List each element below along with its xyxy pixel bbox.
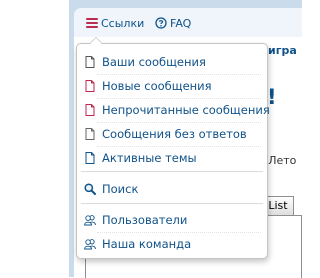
menu-item-unread-posts[interactable]: Непрочитанные сообщения [84, 102, 270, 118]
menu-item-label: Пользователи [102, 213, 188, 227]
document-blue-icon [84, 151, 96, 165]
dropdown-pointer [89, 37, 103, 44]
menu-item-label: Наша команда [102, 237, 192, 251]
menu-item-members[interactable]: Пользователи [84, 212, 187, 228]
help-icon [155, 17, 167, 29]
quick-links-dropdown: Ваши сообщения Новые сообщения Непрочита… [76, 37, 270, 259]
menu-divider [97, 146, 261, 147]
menu-item-unanswered-posts[interactable]: Сообщения без ответов [84, 126, 247, 142]
document-unread-icon [84, 103, 96, 117]
search-icon [84, 182, 96, 196]
menu-item-label: Ваши сообщения [102, 55, 206, 69]
menu-item-search[interactable]: Поиск [84, 181, 138, 197]
menu-item-label: Поиск [102, 182, 139, 196]
menu-item-the-team[interactable]: Наша команда [84, 236, 191, 252]
menu-item-new-posts[interactable]: Новые сообщения [84, 78, 212, 94]
document-icon [84, 55, 96, 69]
menu-item-active-topics[interactable]: Активные темы [84, 150, 197, 166]
menu-divider [97, 74, 261, 75]
quick-links-label: Ссылки [101, 16, 145, 30]
menu-separator [81, 171, 263, 172]
menu-divider [97, 122, 261, 123]
quick-links-button[interactable]: Ссылки [86, 15, 144, 31]
menu-divider [97, 98, 261, 99]
menu-separator [81, 203, 263, 204]
menu-item-label: Новые сообщения [102, 79, 212, 93]
faq-link[interactable]: FAQ [155, 15, 191, 31]
menu-item-label: Непрочитанные сообщения [102, 103, 270, 117]
document-icon [84, 127, 96, 141]
document-new-icon [84, 79, 96, 93]
menu-item-your-posts[interactable]: Ваши сообщения [84, 54, 206, 70]
menu-item-label: Активные темы [102, 151, 197, 165]
faq-label: FAQ [170, 16, 192, 30]
menu-divider [97, 232, 261, 233]
users-icon [84, 213, 96, 227]
menu-item-label: Сообщения без ответов [102, 127, 247, 141]
hamburger-icon [86, 18, 98, 28]
team-icon [84, 237, 96, 251]
nav-fragment-text: игра [268, 44, 297, 57]
